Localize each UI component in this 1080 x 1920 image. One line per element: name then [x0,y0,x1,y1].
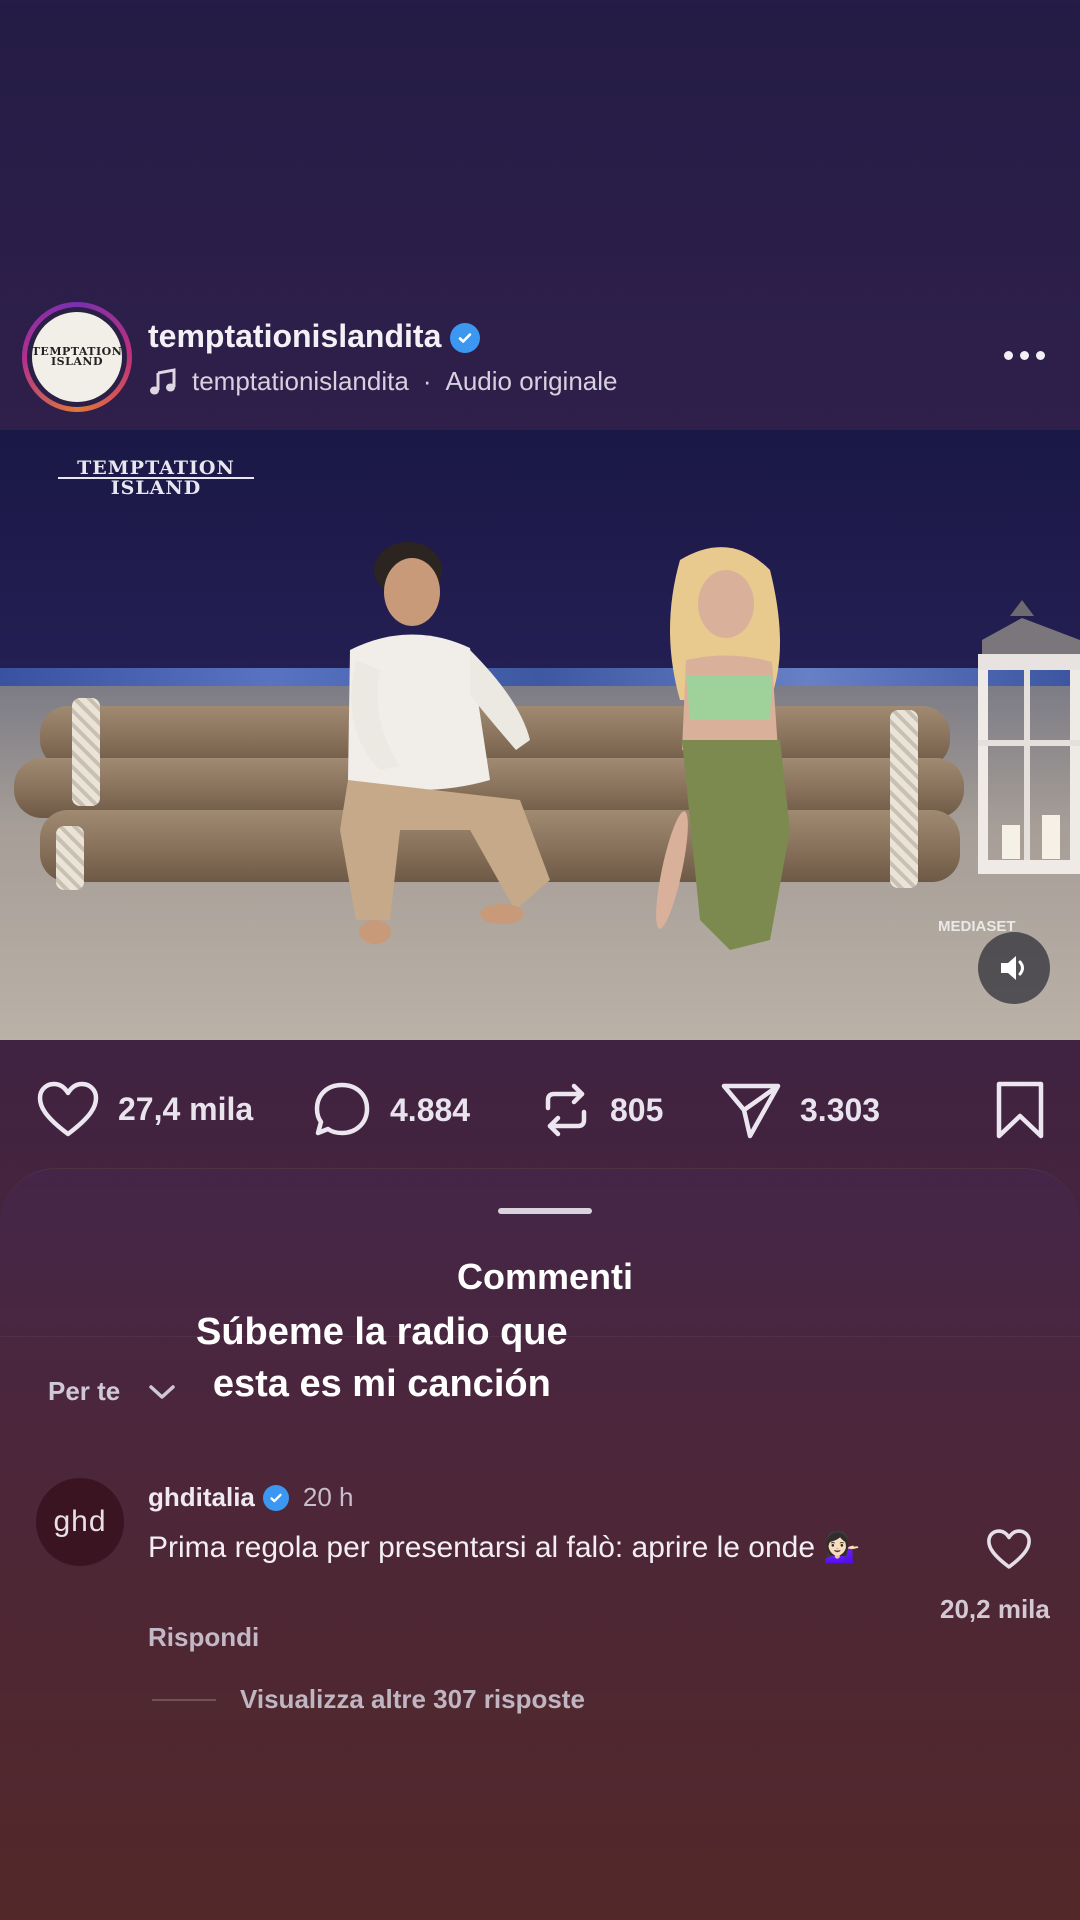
audio-separator: · [422,366,432,396]
replies-line [152,1698,216,1701]
save-button[interactable] [994,1080,1046,1140]
video-brand-logo: TEMPTATION ISLAND [58,457,254,499]
lyrics-line-2: esta es mi canción [212,1363,551,1405]
video-logo-line2: ISLAND [110,477,202,499]
verified-badge-icon [450,323,481,353]
repost-button[interactable]: 805 [540,1080,663,1140]
action-bar: 27,4 mila 4.884 805 3.303 [0,1070,1080,1150]
audio-label: Audio originale [445,366,618,396]
comment-count: 4.884 [390,1091,471,1128]
comments-title: Commenti [456,1256,633,1297]
chevron-down-icon [149,1384,176,1399]
comment-text: Prima regola per presentarsi al falò: ap… [148,1531,861,1564]
audio-info[interactable]: temptationislandita · Audio originale [148,366,618,397]
comment-button[interactable]: 4.884 [312,1080,470,1140]
send-icon [721,1083,781,1139]
video-player[interactable]: TEMPTATION ISLAND MEDIASET [0,430,1080,1040]
share-count: 3.303 [800,1091,881,1128]
comment-header: ghditalia 20 h [148,1482,354,1513]
more-replies-label: Visualizza altre 307 risposte [240,1684,585,1714]
video-person-man [340,542,550,944]
profile-avatar[interactable]: TEMPTATION ISLAND [22,302,132,412]
video-rope [56,826,84,890]
sound-toggle-button[interactable] [978,932,1050,1004]
audio-user: temptationislandita [192,366,409,396]
video-logo-line1: TEMPTATION [77,457,235,479]
view-more-replies-button[interactable]: Visualizza altre 307 risposte [152,1684,585,1715]
lyrics-line-1: Súbeme la radio que [196,1311,568,1353]
like-button[interactable]: 27,4 mila [36,1080,253,1138]
comment-bubble-icon [314,1082,370,1136]
post-username-text[interactable]: temptationislandita [148,318,441,354]
lyrics-caption: Súbeme la radio que esta es mi canción [196,1306,568,1410]
like-count: 27,4 mila [118,1090,254,1127]
comment-like-count: 20,2 mila [940,1594,1050,1624]
heart-icon [37,1081,99,1137]
share-button[interactable]: 3.303 [720,1080,880,1140]
comment-time: 20 h [302,1482,354,1512]
bookmark-icon [996,1081,1044,1139]
lantern-icon [978,600,1080,874]
verified-badge-icon [262,1484,289,1511]
comment-like-button[interactable] [986,1528,1036,1578]
video-rope [72,698,100,806]
sort-label: Per te [48,1376,121,1406]
heart-icon [987,1529,1031,1569]
more-options-button[interactable] [1004,340,1054,370]
reply-button[interactable]: Rispondi [148,1622,259,1653]
speaker-icon [1001,956,1024,980]
repost-count: 805 [610,1091,664,1128]
sort-dropdown[interactable]: Per te [48,1376,176,1407]
comment-avatar[interactable]: ghd [36,1478,124,1566]
video-rope [890,710,918,888]
music-note-icon [150,367,176,394]
profile-avatar-logo: TEMPTATION ISLAND [32,312,122,402]
sheet-grabber[interactable] [498,1208,592,1214]
comment-username[interactable]: ghditalia [148,1482,255,1513]
repost-icon [545,1083,587,1137]
video-person-woman [656,547,790,950]
post-username[interactable]: temptationislandita [148,318,481,355]
